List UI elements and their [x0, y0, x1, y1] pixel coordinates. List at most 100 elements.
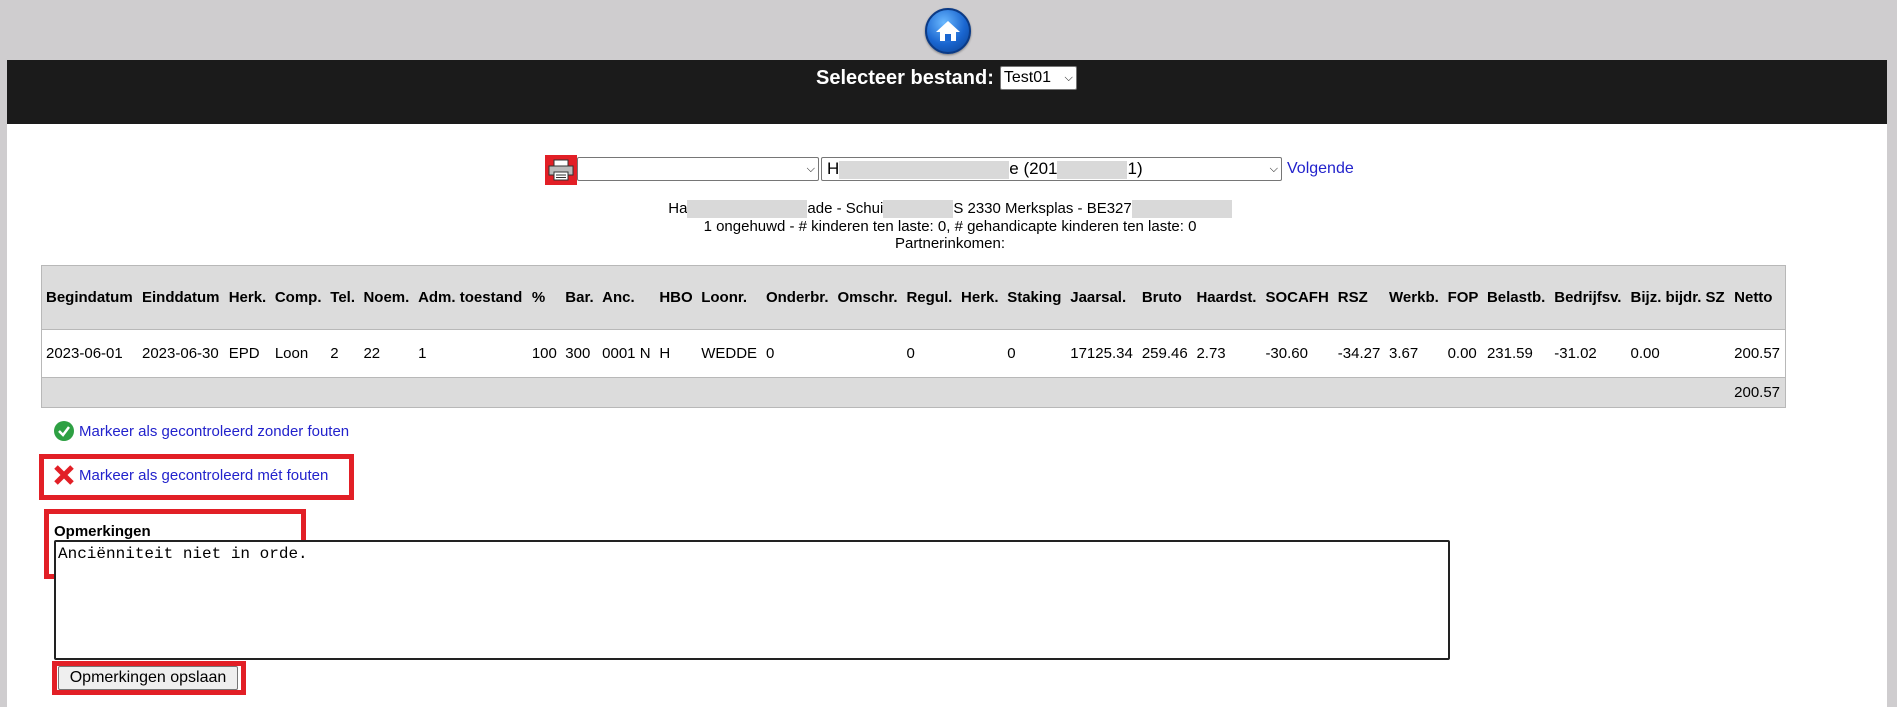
column-header: HBO [659, 288, 693, 306]
table-cell: -31.02 [1554, 345, 1597, 362]
column-header: Bruto [1141, 288, 1182, 306]
column-header: Bijz. bijdr. SZ [1630, 288, 1725, 306]
mark-errors-action[interactable]: Markeer als gecontroleerd mét fouten [53, 464, 328, 486]
employee-address: Ha ade - Schui S 2330 Merksplas - BE327 [540, 200, 1360, 219]
column-header: Noem. [363, 288, 410, 306]
table-cell: 231.59 [1486, 345, 1533, 362]
redacted-block [1057, 160, 1128, 179]
chevron-down-icon: ⌵ [1064, 71, 1073, 84]
column-header: Bar. [565, 288, 594, 306]
total-spacer [42, 378, 1731, 408]
header-title: Selecteer bestand: Test01 ⌵ [816, 66, 1077, 90]
chevron-down-icon: ⌵ [1269, 162, 1278, 175]
file-select[interactable]: Test01 ⌵ [999, 66, 1077, 90]
column-header: RSZ [1337, 288, 1368, 306]
table-cell: 0.00 [1447, 345, 1477, 362]
table-cell: 100 [531, 345, 557, 362]
column-header: Netto [1734, 288, 1773, 306]
employee-select-value: He (201 1) [827, 159, 1143, 179]
remarks-textarea[interactable]: Anciënniteit niet in orde. [54, 540, 1450, 660]
mark-errors-link[interactable]: Markeer als gecontroleerd mét fouten [79, 467, 328, 484]
table-cell: H [659, 345, 671, 362]
column-header: Staking [1007, 288, 1062, 306]
table-cell [833, 330, 902, 378]
column-header: Herk. [228, 288, 267, 306]
table-cell: 0 [906, 345, 915, 362]
table-cell: WEDDE [701, 345, 758, 362]
file-select-value: Test01 [1003, 69, 1051, 86]
home-icon [936, 21, 960, 41]
column-header: FOP [1447, 288, 1479, 306]
column-header: Haardst. [1196, 288, 1257, 306]
home-button[interactable] [925, 8, 971, 54]
salary-table: Begindatum Einddatum Herk. Comp. Tel. Noem. Ad… [41, 265, 1786, 408]
print-button[interactable] [545, 155, 577, 185]
table-header-row: Begindatum Einddatum Herk. Comp. Tel. Noem. Ad… [41, 265, 1786, 330]
column-header: Herk. [961, 288, 999, 306]
remarks-label: Opmerkingen [54, 523, 151, 540]
table-cell: 2023-06-30 [142, 345, 219, 362]
address-text-1: Ha [668, 200, 688, 217]
column-header: SOCAFH [1265, 288, 1329, 306]
table-cell: 2023-06-01 [46, 345, 123, 362]
family-status: 1 ongehuwd - # kinderen ten laste: 0, # … [703, 218, 1197, 235]
address-text-2: ade - Schui [807, 200, 884, 217]
employer-select[interactable]: ⌵ [577, 157, 819, 181]
table-cell: -34.27 [1337, 345, 1381, 362]
column-header: Loonr. [701, 288, 748, 306]
table-cell: -30.60 [1265, 345, 1308, 362]
mark-ok-link[interactable]: Markeer als gecontroleerd zonder fouten [79, 423, 349, 440]
red-x-icon [54, 465, 74, 485]
column-header: Adm. toestand [418, 288, 523, 306]
save-remarks-button[interactable]: Opmerkingen opslaan [58, 666, 238, 690]
select-file-label: Selecteer bestand: [816, 66, 994, 89]
table-cell: 300 [565, 345, 591, 362]
employee-select-text-2: e (201 [1009, 159, 1058, 178]
printer-icon [548, 159, 574, 181]
column-header: Belastb. [1486, 288, 1546, 306]
table-cell: 2 [330, 345, 339, 362]
column-header: Omschr. [837, 288, 898, 306]
redacted-block [883, 200, 954, 219]
mark-ok-action[interactable]: Markeer als gecontroleerd zonder fouten [53, 420, 349, 442]
redacted-block [1131, 200, 1232, 219]
table-cell: 0001 N [602, 345, 651, 362]
column-header: Regul. [906, 288, 953, 306]
table-cell: 200.57 [1734, 345, 1781, 362]
table-cell [957, 330, 1003, 378]
check-circle-icon [54, 421, 74, 441]
column-header: Anc. [602, 288, 635, 306]
employee-select[interactable]: He (201 1) ⌵ [821, 157, 1282, 181]
employee-select-text-1: H [827, 159, 840, 178]
column-header: Onderbr. [765, 288, 829, 306]
column-header: % [531, 288, 546, 306]
table-cell: EPD [228, 345, 260, 362]
employee-select-text-3: 1) [1127, 159, 1143, 178]
column-header: Begindatum [46, 288, 133, 306]
column-header: Jaarsal. [1070, 288, 1127, 306]
total-netto: 200.57 [1734, 384, 1781, 401]
column-header: Comp. [274, 288, 322, 306]
table-cell: 22 [363, 345, 381, 362]
next-link[interactable]: Volgende [1287, 160, 1354, 178]
redacted-block [839, 160, 1010, 179]
table-cell: 17125.34 [1070, 345, 1133, 362]
table-cell: 0.00 [1630, 345, 1660, 362]
column-header: Einddatum [142, 288, 220, 306]
column-header: Werkb. [1389, 288, 1439, 306]
table-cell: 1 [418, 345, 427, 362]
address-text-3: S 2330 Merksplas - BE327 [953, 200, 1132, 217]
table-cell: Loon [274, 345, 309, 362]
partner-income: Partnerinkomen: [894, 235, 1006, 252]
table-total-row: 200.57 [41, 377, 1786, 408]
table-cell: 2.73 [1196, 345, 1226, 362]
column-header: Tel. [330, 288, 356, 306]
table-cell: 3.67 [1389, 345, 1419, 362]
table-cell: 0 [1007, 345, 1016, 362]
table-row: 2023-06-01 2023-06-30 EPD Loon 2 22 1 100 300 000… [41, 330, 1786, 378]
table-cell: 259.46 [1141, 345, 1188, 362]
chevron-down-icon: ⌵ [806, 162, 815, 175]
table-cell: 0 [765, 345, 775, 362]
column-header: Bedrijfsv. [1554, 288, 1622, 306]
redacted-block [687, 200, 808, 219]
